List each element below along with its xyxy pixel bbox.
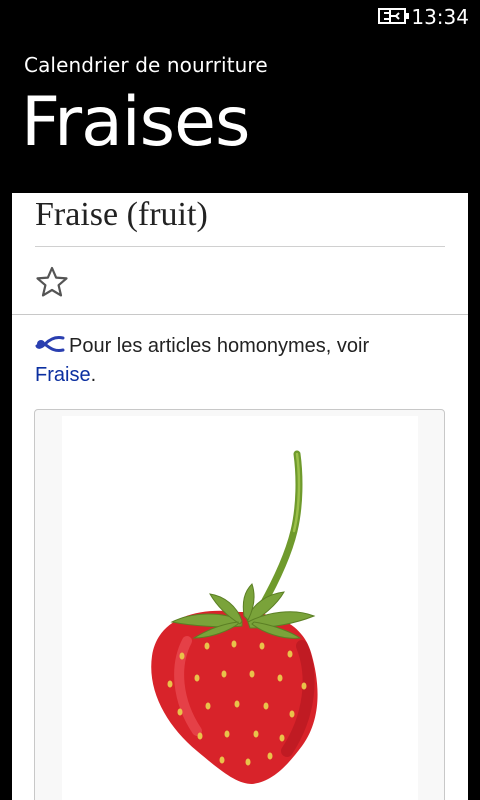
divider bbox=[12, 314, 468, 315]
hatnote-text: Pour les articles homonymes, voir bbox=[69, 335, 370, 357]
status-bar: 13:34 bbox=[0, 0, 480, 32]
article-webview[interactable]: Fraise (fruit) Pour les articles homonym… bbox=[12, 193, 468, 800]
app-title: Calendrier de nourriture bbox=[24, 53, 268, 77]
disambiguation-icon bbox=[35, 336, 65, 352]
infobox-image-area bbox=[62, 416, 418, 800]
page-title: Fraises bbox=[21, 83, 250, 162]
strawberry-image[interactable] bbox=[62, 416, 418, 800]
star-outline-icon[interactable] bbox=[35, 265, 69, 299]
clock: 13:34 bbox=[411, 5, 469, 29]
hatnote: Pour les articles homonymes, voir Fraise. bbox=[35, 332, 455, 390]
fraise-link[interactable]: Fraise bbox=[35, 364, 91, 386]
battery-charging-icon bbox=[378, 8, 409, 24]
infobox bbox=[34, 409, 445, 800]
hatnote-suffix: . bbox=[90, 364, 97, 386]
article-title: Fraise (fruit) bbox=[35, 196, 208, 233]
divider bbox=[35, 246, 445, 247]
phone-screen: 13:34 Calendrier de nourriture Fraises F… bbox=[0, 0, 480, 800]
